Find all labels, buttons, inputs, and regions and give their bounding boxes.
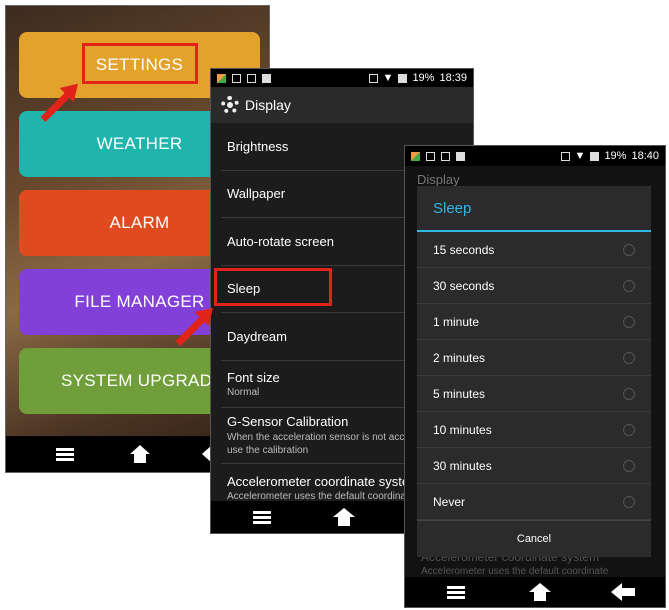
home-icon[interactable] — [333, 508, 355, 526]
cancel-button[interactable]: Cancel — [417, 520, 651, 556]
option-label: 5 minutes — [433, 386, 486, 401]
background-setting-subtitle: Accelerometer uses the default coordinat… — [421, 566, 609, 577]
back-icon[interactable] — [611, 583, 635, 601]
app-notification-icon — [217, 73, 226, 83]
notification-icon — [426, 151, 435, 161]
usb-icon — [441, 151, 450, 161]
clock: 18:40 — [631, 150, 659, 162]
battery-percent: 19% — [604, 150, 627, 162]
signal-icon — [398, 73, 408, 83]
notification-icon — [232, 73, 241, 83]
radio-button[interactable] — [623, 387, 635, 400]
settings-highlight-box — [82, 43, 198, 84]
radio-button[interactable] — [623, 423, 635, 436]
sleep-dialog: Sleep 15 seconds 30 seconds 1 minute 2 m… — [417, 186, 651, 557]
option-label: 30 minutes — [433, 458, 492, 473]
option-label: 10 minutes — [433, 422, 492, 437]
wifi-icon: ▼ — [382, 72, 394, 84]
battery-percent: 19% — [412, 72, 435, 84]
storage-icon — [262, 73, 271, 83]
sleep-option[interactable]: Never — [417, 484, 651, 520]
option-label: 15 seconds — [433, 242, 495, 257]
app-notification-icon — [411, 151, 420, 161]
battery-icon — [368, 73, 378, 83]
radio-button[interactable] — [623, 279, 635, 292]
sleep-dialog-screen: ▼ 19% 18:40 Display Accelerometer coordi… — [404, 145, 666, 608]
radio-button[interactable] — [623, 351, 635, 364]
menu-icon[interactable] — [56, 448, 74, 461]
sleep-option[interactable]: 10 minutes — [417, 412, 651, 448]
dialog-title: Sleep — [417, 186, 651, 232]
option-label: 2 minutes — [433, 350, 486, 365]
background-title: Display — [417, 172, 460, 187]
sleep-option[interactable]: 2 minutes — [417, 340, 651, 376]
radio-button[interactable] — [623, 243, 635, 256]
menu-icon[interactable] — [447, 586, 465, 599]
storage-icon — [456, 151, 465, 161]
system-upgrade-tile-label: SYSTEM UPGRADE — [61, 371, 224, 390]
navigation-bar — [405, 577, 665, 607]
sleep-option[interactable]: 5 minutes — [417, 376, 651, 412]
status-bar: ▼ 19% 18:39 — [211, 69, 473, 87]
weather-tile-label: WEATHER — [96, 134, 183, 153]
file-manager-tile-label: FILE MANAGER — [74, 292, 205, 311]
clock: 18:39 — [439, 72, 467, 84]
option-label: 1 minute — [433, 314, 480, 329]
status-bar: ▼ 19% 18:40 — [405, 146, 665, 166]
radio-button[interactable] — [623, 495, 635, 508]
wifi-icon: ▼ — [574, 150, 586, 162]
gear-icon[interactable] — [221, 96, 239, 114]
sleep-option[interactable]: 30 minutes — [417, 448, 651, 484]
page-title: Display — [245, 97, 291, 113]
home-icon[interactable] — [529, 583, 551, 601]
sleep-option[interactable]: 1 minute — [417, 304, 651, 340]
battery-icon — [560, 151, 570, 161]
sleep-highlight-box — [214, 268, 332, 306]
alarm-tile-label: ALARM — [109, 213, 170, 232]
option-label: 30 seconds — [433, 278, 495, 293]
menu-icon[interactable] — [253, 511, 271, 524]
radio-button[interactable] — [623, 315, 635, 328]
sleep-option[interactable]: 30 seconds — [417, 268, 651, 304]
option-label: Never — [433, 494, 466, 509]
home-icon[interactable] — [130, 445, 150, 463]
sleep-option[interactable]: 15 seconds — [417, 232, 651, 268]
radio-button[interactable] — [623, 459, 635, 472]
signal-icon — [590, 151, 600, 161]
action-bar: Display — [211, 87, 473, 123]
usb-icon — [247, 73, 256, 83]
